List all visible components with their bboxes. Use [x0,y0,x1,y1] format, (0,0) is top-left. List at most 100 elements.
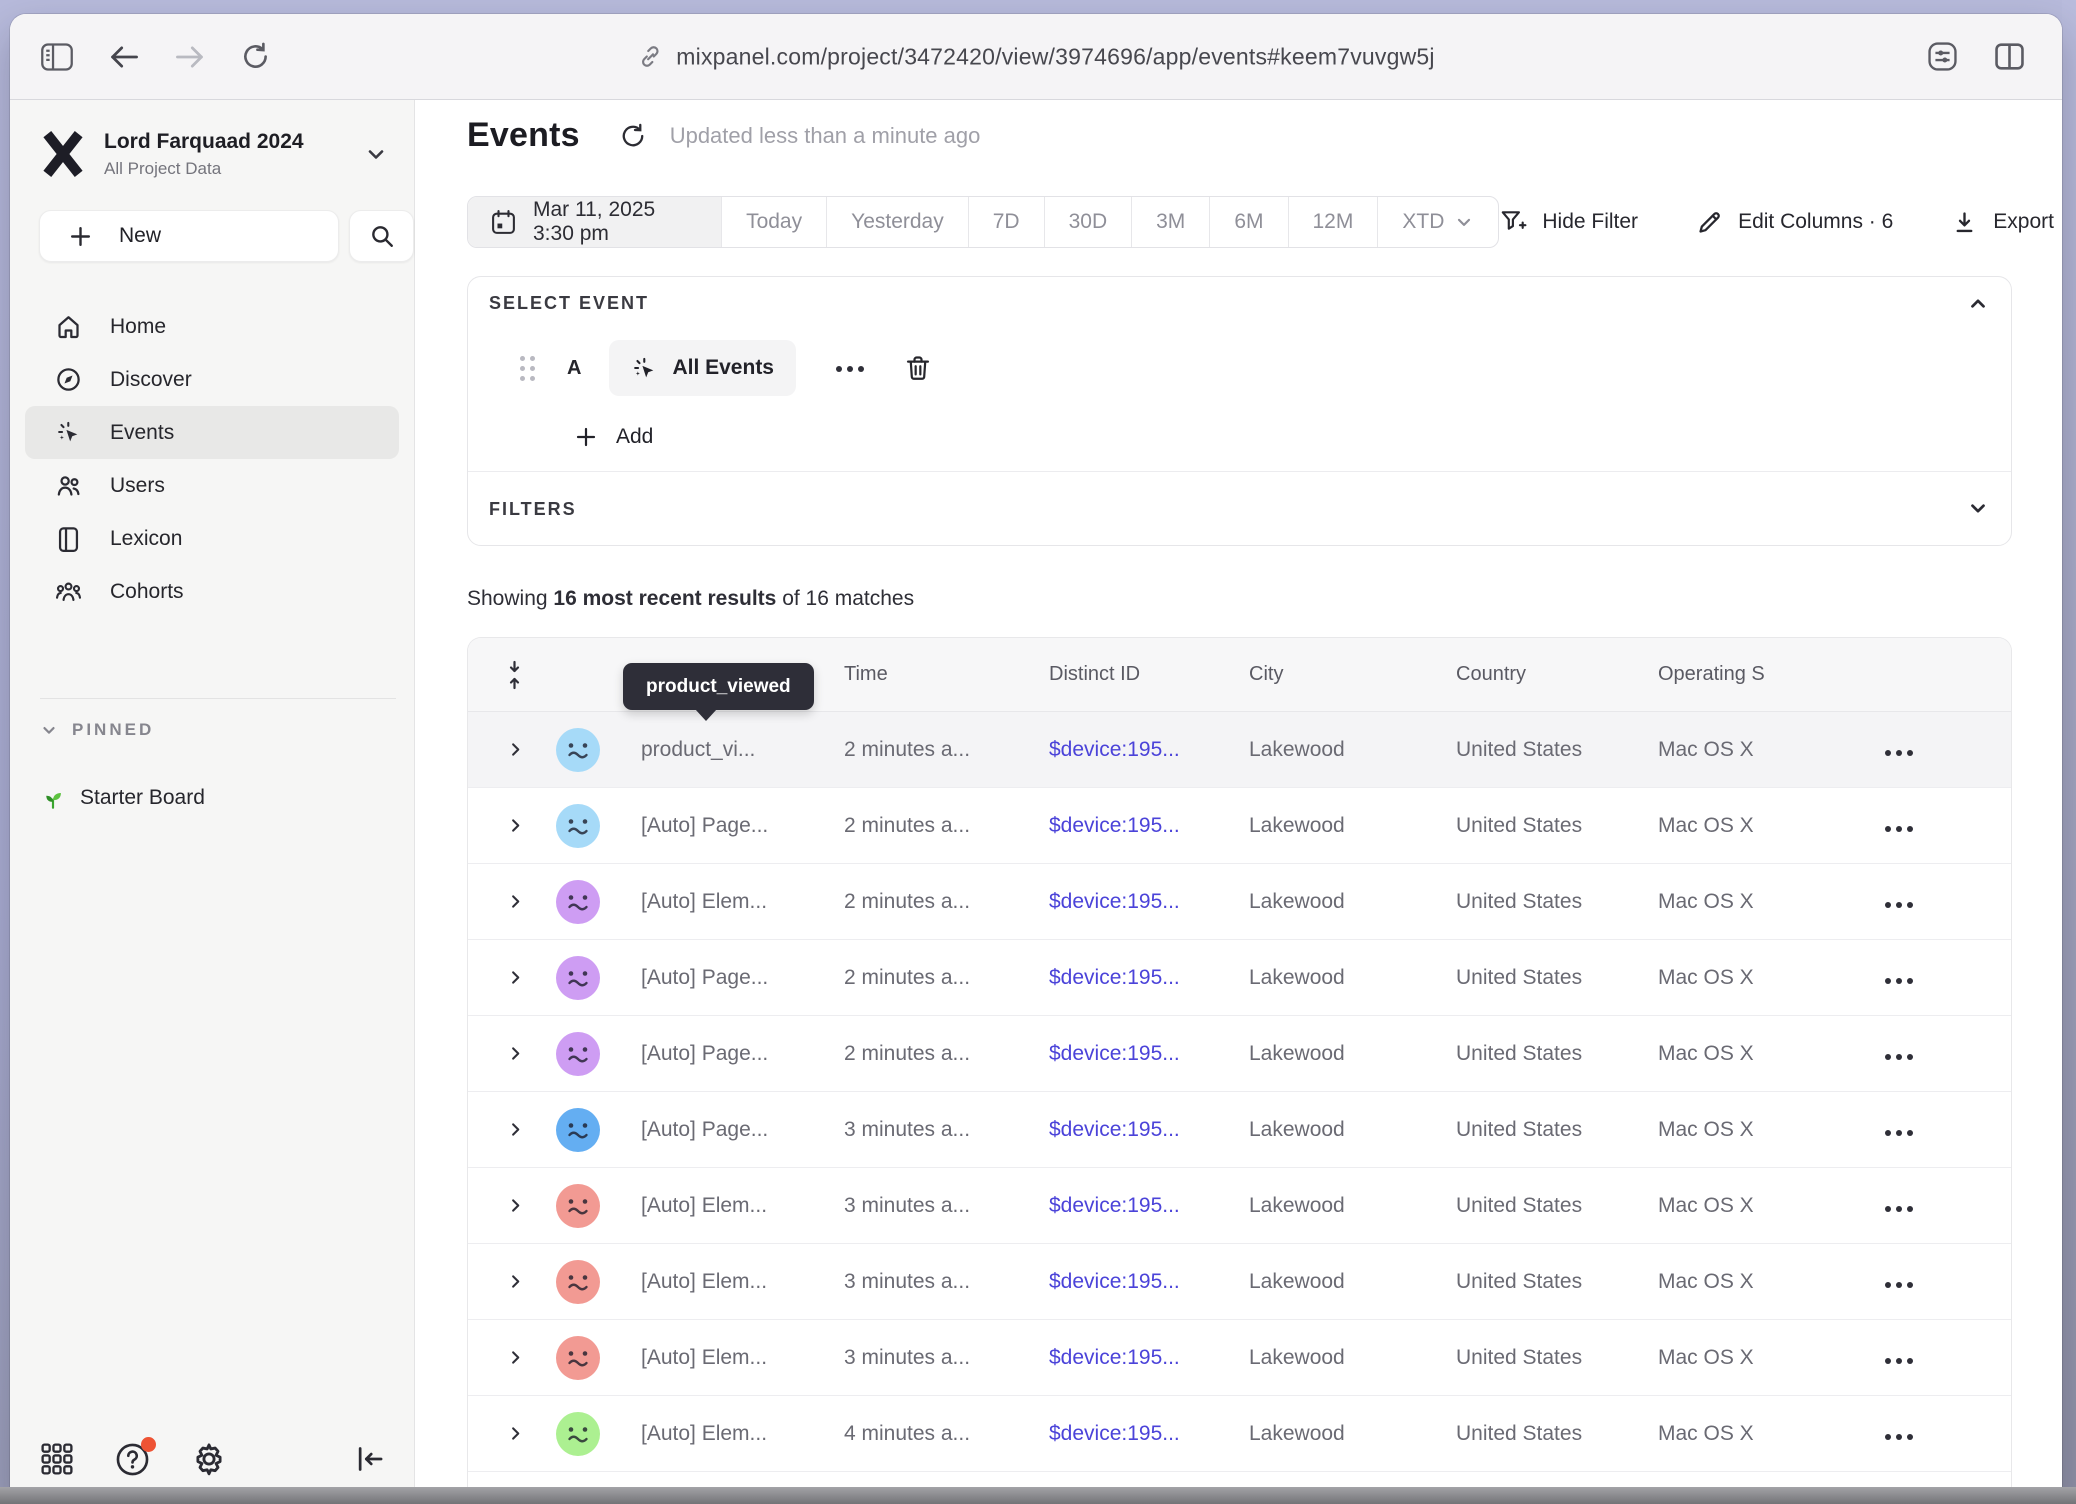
table-row[interactable]: [Auto] Page...2 minutes a...$device:195.… [468,940,2011,1016]
distinct-id-link[interactable]: $device:195... [1049,1194,1249,1218]
row-menu-button[interactable] [1885,1042,1913,1065]
back-button-icon[interactable] [108,43,140,71]
collapse-section-icon[interactable] [1967,293,1989,315]
range-button-today[interactable]: Today [721,197,826,247]
new-button[interactable]: New [39,210,339,262]
row-expander-icon[interactable] [506,1196,556,1215]
range-button-6m[interactable]: 6M [1209,197,1287,247]
distinct-id-link[interactable]: $device:195... [1049,1346,1249,1370]
apps-grid-icon[interactable] [40,1442,74,1476]
sidebar-item-starter-board[interactable]: Starter Board [40,776,205,820]
distinct-id-link[interactable]: $device:195... [1049,1118,1249,1142]
sidebar-item-lexicon[interactable]: Lexicon [25,512,399,565]
sidebar-item-events[interactable]: Events [25,406,399,459]
distinct-id-link[interactable]: $device:195... [1049,1042,1249,1066]
event-name-cell[interactable]: [Auto] Page... [641,814,844,838]
table-row[interactable]: [Auto] Elem...3 minutes a...$device:195.… [468,1320,2011,1396]
help-icon[interactable] [114,1441,151,1478]
event-name-cell[interactable]: [Auto] Elem... [641,890,844,914]
column-header-city[interactable]: City [1249,663,1456,686]
column-header-distinct-id[interactable]: Distinct ID [1049,663,1249,686]
table-row[interactable]: [Auto] Elem...3 minutes a...$device:195.… [468,1244,2011,1320]
event-name-cell[interactable]: [Auto] Elem... [641,1346,844,1370]
column-header-time[interactable]: Time [844,663,1049,686]
row-menu-button[interactable] [1885,1194,1913,1217]
range-button-7d[interactable]: 7D [968,197,1044,247]
forward-button-icon[interactable] [174,43,206,71]
range-button-xtd[interactable]: XTD [1377,197,1498,247]
table-row[interactable]: [Auto] Page...3 minutes a...$device:195.… [468,1092,2011,1168]
distinct-id-link[interactable]: $device:195... [1049,738,1249,762]
row-menu-button[interactable] [1885,1346,1913,1369]
row-expander-icon[interactable] [506,1044,556,1063]
distinct-id-link[interactable]: $device:195... [1049,814,1249,838]
page-settings-icon[interactable] [1926,40,1959,73]
range-button-12m[interactable]: 12M [1288,197,1378,247]
split-view-icon[interactable] [1993,40,2026,73]
table-row[interactable]: [Auto] Page...2 minutes a...$device:195.… [468,1016,2011,1092]
export-button[interactable]: Export [1951,209,2054,236]
drag-handle-icon[interactable] [520,356,535,381]
event-avatar [556,728,600,772]
event-name-cell[interactable]: [Auto] Page... [641,966,844,990]
range-button-yesterday[interactable]: Yesterday [826,197,968,247]
table-row[interactable]: [Auto] Elem...3 minutes a...$device:195.… [468,1168,2011,1244]
row-expander-icon[interactable] [506,892,556,911]
column-header-operating-system[interactable]: Operating S [1658,663,1861,686]
date-picker-button[interactable]: Mar 11, 2025 3:30 pm [468,197,721,247]
table-row[interactable]: [Auto] Elem...4 minutes a...$device:195.… [468,1396,2011,1472]
edit-columns-button[interactable]: Edit Columns · 6 [1696,209,1893,236]
event-name-cell[interactable]: product_vi... [641,738,844,762]
trash-icon[interactable] [904,354,932,382]
reload-button-icon[interactable] [240,41,271,72]
row-expander-icon[interactable] [506,816,556,835]
event-name-cell[interactable]: [Auto] Elem... [641,1270,844,1294]
event-name-cell[interactable]: [Auto] Elem... [641,1194,844,1218]
distinct-id-link[interactable]: $device:195... [1049,1270,1249,1294]
event-selector-chip[interactable]: All Events [609,340,796,396]
sidebar-item-cohorts[interactable]: Cohorts [25,565,399,618]
row-expander-icon[interactable] [506,1348,556,1367]
pinned-section-toggle[interactable]: PINNED [40,720,154,740]
table-row[interactable]: product_vi...2 minutes a...$device:195..… [468,712,2011,788]
sidebar-item-discover[interactable]: Discover [25,353,399,406]
collapse-sidebar-icon[interactable] [354,1443,386,1475]
browser-sidebar-toggle-icon[interactable] [40,42,74,72]
distinct-id-link[interactable]: $device:195... [1049,966,1249,990]
distinct-id-link[interactable]: $device:195... [1049,890,1249,914]
row-menu-button[interactable] [1885,890,1913,913]
row-expander-icon[interactable] [506,1272,556,1291]
event-options-button[interactable] [836,359,864,377]
sidebar-item-home[interactable]: Home [25,300,399,353]
sidebar-item-users[interactable]: Users [25,459,399,512]
row-menu-button[interactable] [1885,814,1913,837]
row-menu-button[interactable] [1885,1422,1913,1445]
event-name-cell[interactable]: [Auto] Page... [641,1042,844,1066]
table-row[interactable]: [Auto] Page...2 minutes a...$device:195.… [468,788,2011,864]
refresh-icon[interactable] [618,121,648,151]
project-switcher[interactable]: Lord Farquaad 2024 All Project Data [40,116,396,192]
row-expander-icon[interactable] [506,968,556,987]
row-menu-button[interactable] [1885,966,1913,989]
distinct-id-link[interactable]: $device:195... [1049,1422,1249,1446]
row-expander-icon[interactable] [506,1120,556,1139]
event-name-cell[interactable]: [Auto] Page... [641,1118,844,1142]
row-menu-button[interactable] [1885,738,1913,761]
settings-gear-icon[interactable] [191,1441,227,1477]
sidebar-item-label: Lexicon [110,527,182,551]
collapse-all-rows-icon[interactable] [468,660,556,690]
range-button-30d[interactable]: 30D [1044,197,1132,247]
row-menu-button[interactable] [1885,1118,1913,1141]
range-button-3m[interactable]: 3M [1131,197,1209,247]
row-expander-icon[interactable] [506,1424,556,1443]
column-header-country[interactable]: Country [1456,663,1658,686]
table-row[interactable]: [Auto] Elem...2 minutes a...$device:195.… [468,864,2011,940]
hide-filter-button[interactable]: Hide Filter [1499,208,1638,236]
row-menu-button[interactable] [1885,1270,1913,1293]
search-button[interactable] [349,210,414,262]
add-event-button[interactable]: Add [574,415,653,459]
event-name-cell[interactable]: [Auto] Elem... [641,1422,844,1446]
row-expander-icon[interactable] [506,740,556,759]
expand-filters-icon[interactable] [1967,497,1989,519]
address-bar[interactable]: mixpanel.com/project/3472420/view/397469… [637,43,1434,70]
